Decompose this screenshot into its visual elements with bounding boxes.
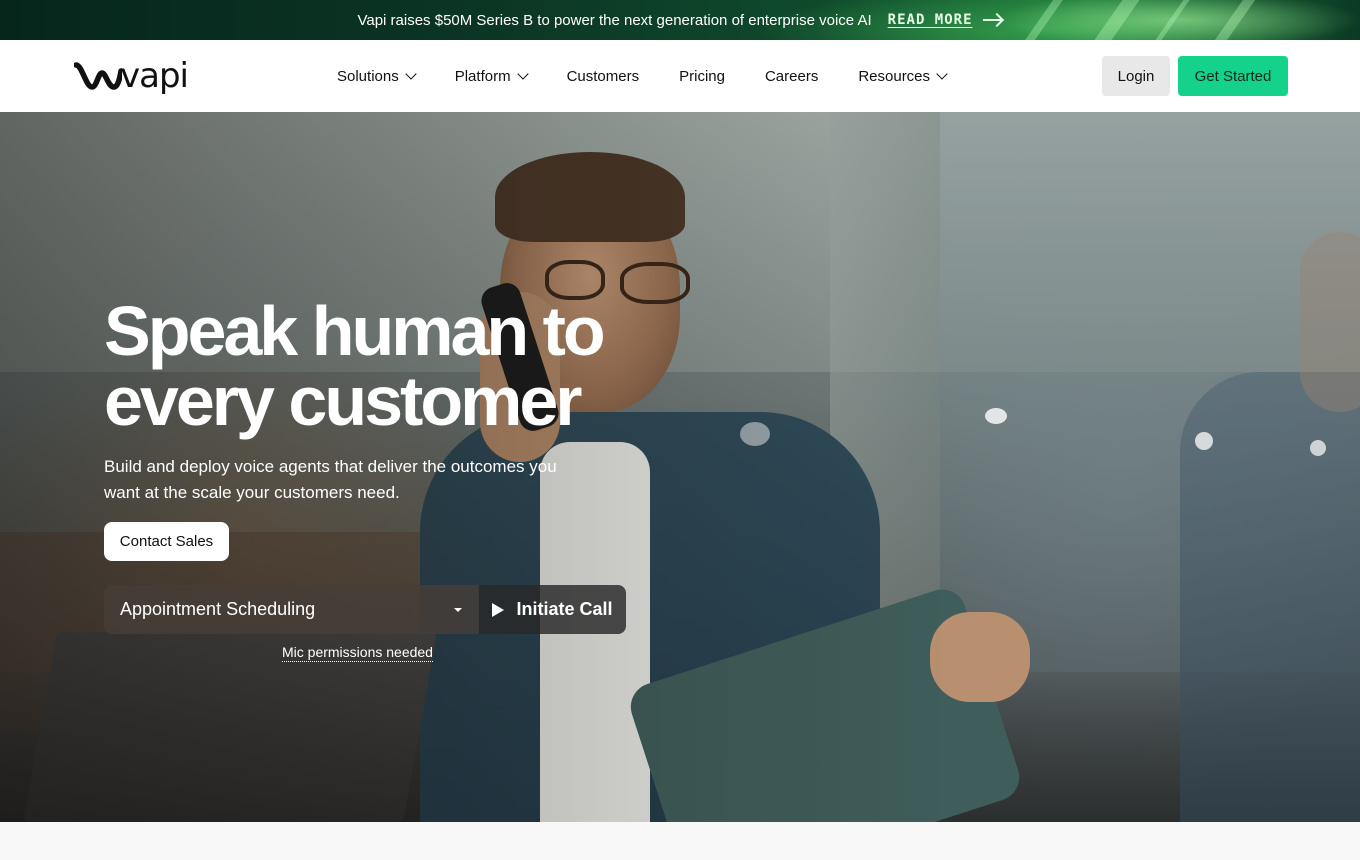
chevron-down-icon [936,68,948,80]
read-more-label: READ MORE [887,12,973,28]
login-button[interactable]: Login [1102,56,1170,96]
announcement-banner: Vapi raises $50M Series B to power the n… [0,0,1360,40]
initiate-call-button[interactable]: Initiate Call [478,585,626,634]
nav-pricing-label: Pricing [679,67,725,85]
hero-subtitle-line-2: want at the scale your customers need. [104,483,400,502]
read-more-link[interactable]: READ MORE [888,12,1003,28]
hero-title-line-2: every customer [104,362,583,440]
hero-subtitle: Build and deploy voice agents that deliv… [104,454,624,506]
mic-permissions-note[interactable]: Mic permissions needed [282,644,433,662]
play-icon [492,602,505,617]
nav-solutions[interactable]: Solutions [337,67,417,85]
nav-customers-label: Customers [566,67,640,85]
hero-subtitle-line-1: Build and deploy voice agents that deliv… [104,457,557,476]
nav-careers-label: Careers [764,67,819,85]
nav-resources-label: Resources [858,67,931,85]
hero-title: Speak human to every customer [104,296,704,436]
nav-platform-label: Platform [454,67,511,85]
caret-down-icon [454,607,462,612]
get-started-button[interactable]: Get Started [1178,56,1288,96]
vapi-logo[interactable]: vapi [74,56,189,96]
site-header: vapi Solutions Platform Customers Pricin… [0,40,1360,112]
nav-platform[interactable]: Platform [454,67,529,85]
demo-call-widget: Appointment Scheduling Initiate Call [104,585,626,634]
logo-wordmark: vapi [120,56,189,96]
hero-title-line-1: Speak human to [104,292,606,370]
chevron-down-icon [405,68,417,80]
nav-resources[interactable]: Resources [858,67,948,85]
contact-sales-button[interactable]: Contact Sales [104,522,229,561]
nav-solutions-label: Solutions [337,67,399,85]
nav-pricing[interactable]: Pricing [679,68,725,85]
chevron-down-icon [516,68,529,80]
nav-customers[interactable]: Customers [567,68,640,85]
main-nav: Solutions Platform Customers Pricing Car… [337,40,948,112]
arrow-right-icon [982,14,1003,26]
use-case-select-value: Appointment Scheduling [120,599,316,619]
banner-text: Vapi raises $50M Series B to power the n… [357,11,872,29]
nav-careers[interactable]: Careers [765,68,818,85]
initiate-call-label: Initiate Call [516,599,613,619]
use-case-select[interactable]: Appointment Scheduling [104,585,478,634]
hero-section: Speak human to every customer Build and … [0,112,1360,822]
next-section-edge [0,822,1360,860]
vapi-wave-icon [74,62,122,90]
